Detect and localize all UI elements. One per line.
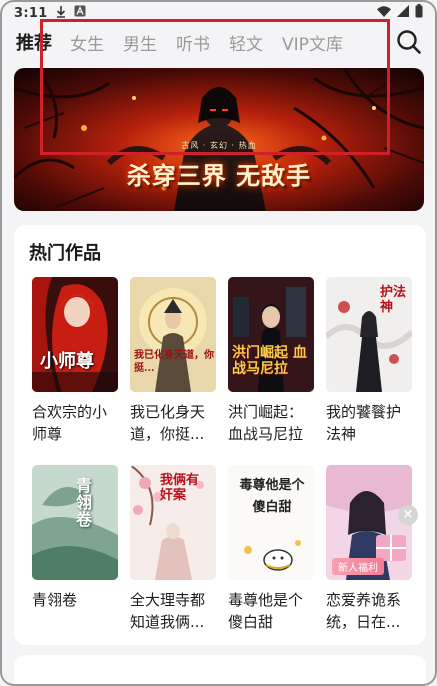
cover-title: 毒尊他是个 傻白甜 [239,478,305,515]
cover-title: 护法神 [380,285,407,315]
section-title: 热门作品 [29,243,101,264]
search-button[interactable] [393,26,425,58]
banner-title: 杀穿三界 无敌手 [126,161,312,190]
tab-vip-library[interactable]: VIP文库 [282,30,343,55]
cover-title: 我俩有奸案 [160,473,200,503]
book-title: 我的饕餮护法神 [326,403,402,443]
next-section-card [14,655,426,686]
book-item[interactable]: 护法神 我的饕餮护法神 [326,277,412,445]
battery-icon [415,4,423,22]
new-user-badge: 新人福利 [332,558,384,575]
book-cover: 青翎卷 [32,465,118,580]
book-item[interactable]: 毒尊他是个 傻白甜 毒尊他是个傻白甜 [228,465,314,633]
book-cover: 新人福利 [326,465,412,580]
book-title: 青翎卷 [32,591,78,609]
cover-title: 我已化身天道，你挺... [134,350,214,374]
promo-banner[interactable]: 古风 · 玄幻 · 热血 杀穿三界 无敌手 [14,68,424,211]
book-item[interactable]: 小师尊 合欢宗的小师尊 [32,277,118,445]
book-item[interactable]: 洪门崛起 血战马尼拉 洪门崛起：血战马尼拉 [228,277,314,445]
cover-title: 青翎卷 [76,476,93,529]
tab-audiobook[interactable]: 听书 [176,30,210,55]
signal-icon [397,5,409,21]
book-cover: 洪门崛起 血战马尼拉 [228,277,314,392]
book-title: 洪门崛起：血战马尼拉 [228,403,304,443]
tab-recommend[interactable]: 推荐 [16,29,52,55]
search-icon [397,30,421,54]
cover-title: 小师尊 [40,351,94,372]
book-item[interactable]: 青翎卷 青翎卷 [32,465,118,611]
book-cover: 小师尊 [32,277,118,392]
tab-male[interactable]: 男生 [123,30,157,55]
banner-subtitle: 古风 · 玄幻 · 热血 [181,141,257,150]
cover-title: 洪门崛起 血战马尼拉 [232,345,307,377]
book-title: 毒尊他是个傻白甜 [228,591,304,631]
tab-light-novel[interactable]: 轻文 [229,30,263,55]
category-tabs: 推荐 女生 男生 听书 轻文 VIP文库 [0,22,437,62]
book-cover: 护法神 [326,277,412,392]
status-time: 3:11 [14,5,48,21]
book-title: 我已化身天道，你挺... [130,403,206,443]
close-icon[interactable]: × [398,505,418,525]
tab-female[interactable]: 女生 [70,30,104,55]
font-a-icon [74,5,86,21]
book-title: 恋爱养诡系统，日在... [326,591,402,631]
book-cover: 我俩有奸案 [130,465,216,580]
book-title: 合欢宗的小师尊 [32,403,108,443]
book-cover: 毒尊他是个 傻白甜 [228,465,314,580]
hot-works-section: 热门作品 小师尊 合欢宗的小师尊 我已化身天道，你挺... 我已化身天道，你挺.… [14,225,426,645]
book-item[interactable]: 我俩有奸案 全大理寺都知道我俩... [130,465,216,633]
book-cover: 我已化身天道，你挺... [130,277,216,392]
wifi-icon [377,5,391,21]
book-title: 全大理寺都知道我俩... [130,591,206,631]
download-icon [56,5,66,22]
book-item[interactable]: 我已化身天道，你挺... 我已化身天道，你挺... [130,277,216,445]
book-item[interactable]: 新人福利 × 恋爱养诡系统，日在... [326,465,418,633]
